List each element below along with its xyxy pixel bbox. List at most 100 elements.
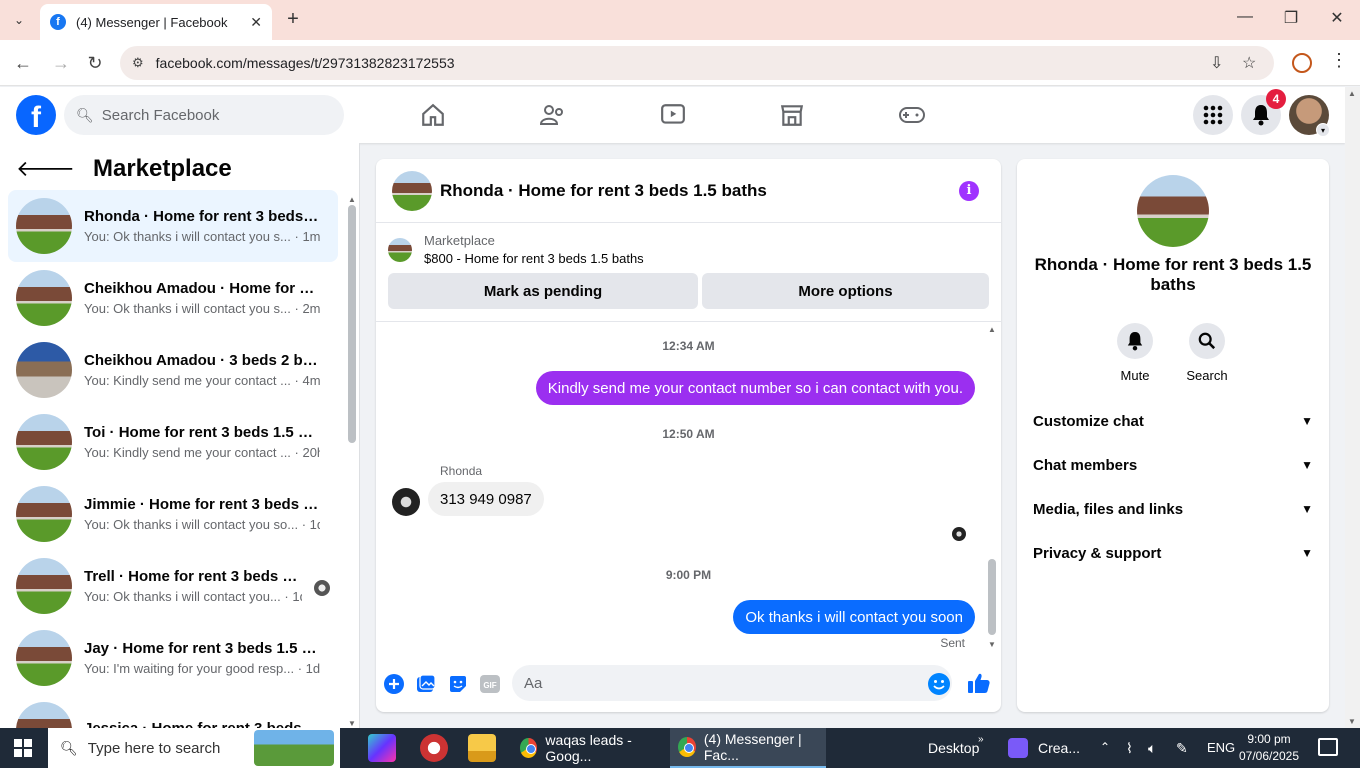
chat-item[interactable]: Trell · Home for rent 3 beds 1.... You: … — [8, 550, 338, 622]
gif-icon[interactable]: GIF — [479, 673, 501, 695]
listing-thumbnail — [16, 414, 72, 470]
taskbar-search[interactable]: 🔍︎ Type here to search — [48, 728, 340, 768]
chat-item[interactable]: Jessica · Home for rent 3 beds... — [8, 694, 338, 728]
video-icon[interactable] — [658, 101, 688, 129]
volume-icon[interactable]: 🔈︎ — [1148, 740, 1156, 757]
scroll-down-arrow-icon[interactable]: ▼ — [348, 719, 356, 728]
conversation-title[interactable]: Rhonda · Home for rent 3 beds 1.5 baths — [440, 181, 767, 201]
reload-icon[interactable]: ↻ — [84, 52, 106, 74]
taskbar-clock[interactable]: 9:00 pm 07/06/2025 — [1236, 731, 1302, 765]
profile-listing-photo[interactable] — [1137, 175, 1209, 247]
maximize-button[interactable]: ❐ — [1276, 8, 1306, 28]
taskbar-chrome-window[interactable]: waqas leads - Goog... — [512, 728, 664, 768]
chat-item[interactable]: Toi · Home for rent 3 beds 1.5 ba... You… — [8, 406, 338, 478]
sender-avatar[interactable] — [392, 488, 420, 516]
add-plus-icon[interactable] — [383, 673, 405, 695]
chat-name: Jimmie · Home for rent 3 beds 1.... — [84, 496, 320, 513]
forward-arrow-icon[interactable]: → — [50, 52, 72, 74]
close-window-button[interactable]: ✕ — [1322, 8, 1352, 28]
listing-price-title[interactable]: $800 - Home for rent 3 beds 1.5 baths — [424, 251, 644, 266]
listing-thumbnail — [16, 198, 72, 254]
facebook-header: f 🔍︎ 4 ▾ — [0, 87, 1345, 143]
marketplace-icon[interactable] — [777, 101, 807, 129]
pen-icon[interactable]: ✎ — [1176, 740, 1188, 757]
back-arrow-icon[interactable]: ← — [12, 52, 34, 74]
mark-as-pending-button[interactable]: Mark as pending — [388, 273, 698, 309]
browser-menu-icon[interactable]: ⋮ — [1330, 50, 1348, 71]
message-status: Sent — [940, 636, 965, 650]
outgoing-message[interactable]: Kindly send me your contact number so i … — [535, 371, 975, 405]
page-scrollbar[interactable]: ▲ ▼ — [1345, 87, 1360, 728]
chat-item[interactable]: Rhonda · Home for rent 3 beds 1... You: … — [8, 190, 338, 262]
notification-center-icon[interactable] — [1318, 738, 1338, 756]
url-omnibox[interactable]: ⚙ facebook.com/messages/t/29731382823172… — [120, 46, 1274, 80]
menu-grid-icon[interactable] — [1193, 95, 1233, 135]
info-icon[interactable]: i — [959, 181, 979, 201]
privacy-support-section[interactable]: Privacy & support ▼ — [1025, 531, 1321, 575]
friends-icon[interactable] — [538, 101, 568, 129]
like-thumbs-up-icon[interactable] — [966, 671, 992, 695]
more-options-button[interactable]: More options — [702, 273, 989, 309]
search-icon[interactable] — [1189, 323, 1225, 359]
message-input[interactable] — [512, 665, 952, 701]
scroll-up-arrow-icon[interactable]: ▲ — [1348, 89, 1356, 98]
chat-list-scrollbar[interactable]: ▲ ▼ — [346, 195, 358, 728]
windows-start-icon[interactable] — [14, 739, 32, 757]
creator-app-icon[interactable] — [1008, 738, 1028, 758]
taskbar-chrome-window-active[interactable]: (4) Messenger | Fac... — [670, 728, 826, 768]
scrollbar-thumb[interactable] — [988, 559, 996, 635]
new-tab-button[interactable]: + — [282, 8, 304, 32]
chevron-down-icon: ▼ — [1301, 458, 1313, 472]
file-explorer-icon[interactable] — [468, 734, 496, 762]
browser-profile-icon[interactable] — [1292, 53, 1312, 73]
chat-item[interactable]: Jimmie · Home for rent 3 beds 1.... You:… — [8, 478, 338, 550]
facebook-logo-icon[interactable]: f — [16, 95, 56, 135]
url-text[interactable]: facebook.com/messages/t/2973138282317255… — [156, 55, 455, 71]
scroll-up-arrow-icon[interactable]: ▲ — [348, 195, 356, 204]
conversation-avatar[interactable] — [392, 170, 432, 211]
bell-icon[interactable] — [1117, 323, 1153, 359]
app-icon[interactable] — [420, 734, 448, 762]
chat-members-section[interactable]: Chat members ▼ — [1025, 443, 1321, 487]
mute-button[interactable]: Mute — [1105, 323, 1165, 383]
desktop-chevron-icon[interactable]: » — [978, 734, 984, 745]
facebook-search[interactable]: 🔍︎ — [64, 95, 344, 135]
timestamp: 12:34 AM — [662, 339, 715, 353]
scroll-up-arrow-icon[interactable]: ▲ — [988, 325, 996, 334]
messages-scrollbar[interactable]: ▲ ▼ — [986, 325, 998, 649]
chat-item[interactable]: Cheikhou Amadou · 3 beds 2 ba... You: Ki… — [8, 334, 338, 406]
scroll-down-arrow-icon[interactable]: ▼ — [1348, 717, 1356, 726]
search-in-chat-button[interactable]: Search — [1177, 323, 1237, 383]
gaming-icon[interactable] — [897, 101, 927, 129]
chat-item[interactable]: Jay · Home for rent 3 beds 1.5 b... You:… — [8, 622, 338, 694]
outgoing-message[interactable]: Ok thanks i will contact you soon — [733, 600, 975, 634]
app-label[interactable]: Crea... — [1038, 740, 1080, 756]
marketplace-listing-row[interactable]: Marketplace $800 - Home for rent 3 beds … — [388, 233, 644, 266]
language-indicator[interactable]: ENG — [1207, 740, 1235, 755]
desktop-label[interactable]: Desktop — [928, 740, 979, 756]
minimize-button[interactable]: — — [1230, 8, 1260, 26]
tray-chevron-up-icon[interactable]: ⌃ — [1100, 740, 1110, 754]
incoming-message[interactable]: 313 949 0987 — [428, 482, 544, 516]
scrollbar-thumb[interactable] — [348, 205, 356, 443]
tab-search-chevron-icon[interactable]: ⌄ — [6, 8, 32, 32]
home-icon[interactable] — [418, 101, 448, 129]
bookmark-star-icon[interactable]: ☆ — [1242, 53, 1256, 73]
browser-tab-messenger[interactable]: f (4) Messenger | Facebook ✕ — [40, 4, 272, 40]
wifi-icon[interactable]: ⌇ — [1126, 740, 1133, 757]
photo-icon[interactable] — [415, 673, 437, 695]
install-app-icon[interactable]: ⇩ — [1210, 53, 1223, 73]
tab-close-icon[interactable]: ✕ — [250, 14, 262, 31]
search-icon: 🔍︎ — [76, 106, 94, 123]
chat-item[interactable]: Cheikhou Amadou · Home for re... You: Ok… — [8, 262, 338, 334]
customize-chat-section[interactable]: Customize chat ▼ — [1025, 399, 1321, 443]
site-info-icon[interactable]: ⚙ — [132, 55, 144, 71]
facebook-search-input[interactable] — [101, 106, 322, 124]
sticker-icon[interactable] — [447, 673, 469, 695]
copilot-icon[interactable] — [368, 734, 396, 762]
back-arrow-icon[interactable]: 🡐 — [16, 156, 75, 182]
account-chevron-icon[interactable]: ▾ — [1316, 123, 1330, 137]
media-files-links-section[interactable]: Media, files and links ▼ — [1025, 487, 1321, 531]
emoji-icon[interactable] — [928, 673, 950, 695]
scroll-down-arrow-icon[interactable]: ▼ — [988, 640, 996, 649]
